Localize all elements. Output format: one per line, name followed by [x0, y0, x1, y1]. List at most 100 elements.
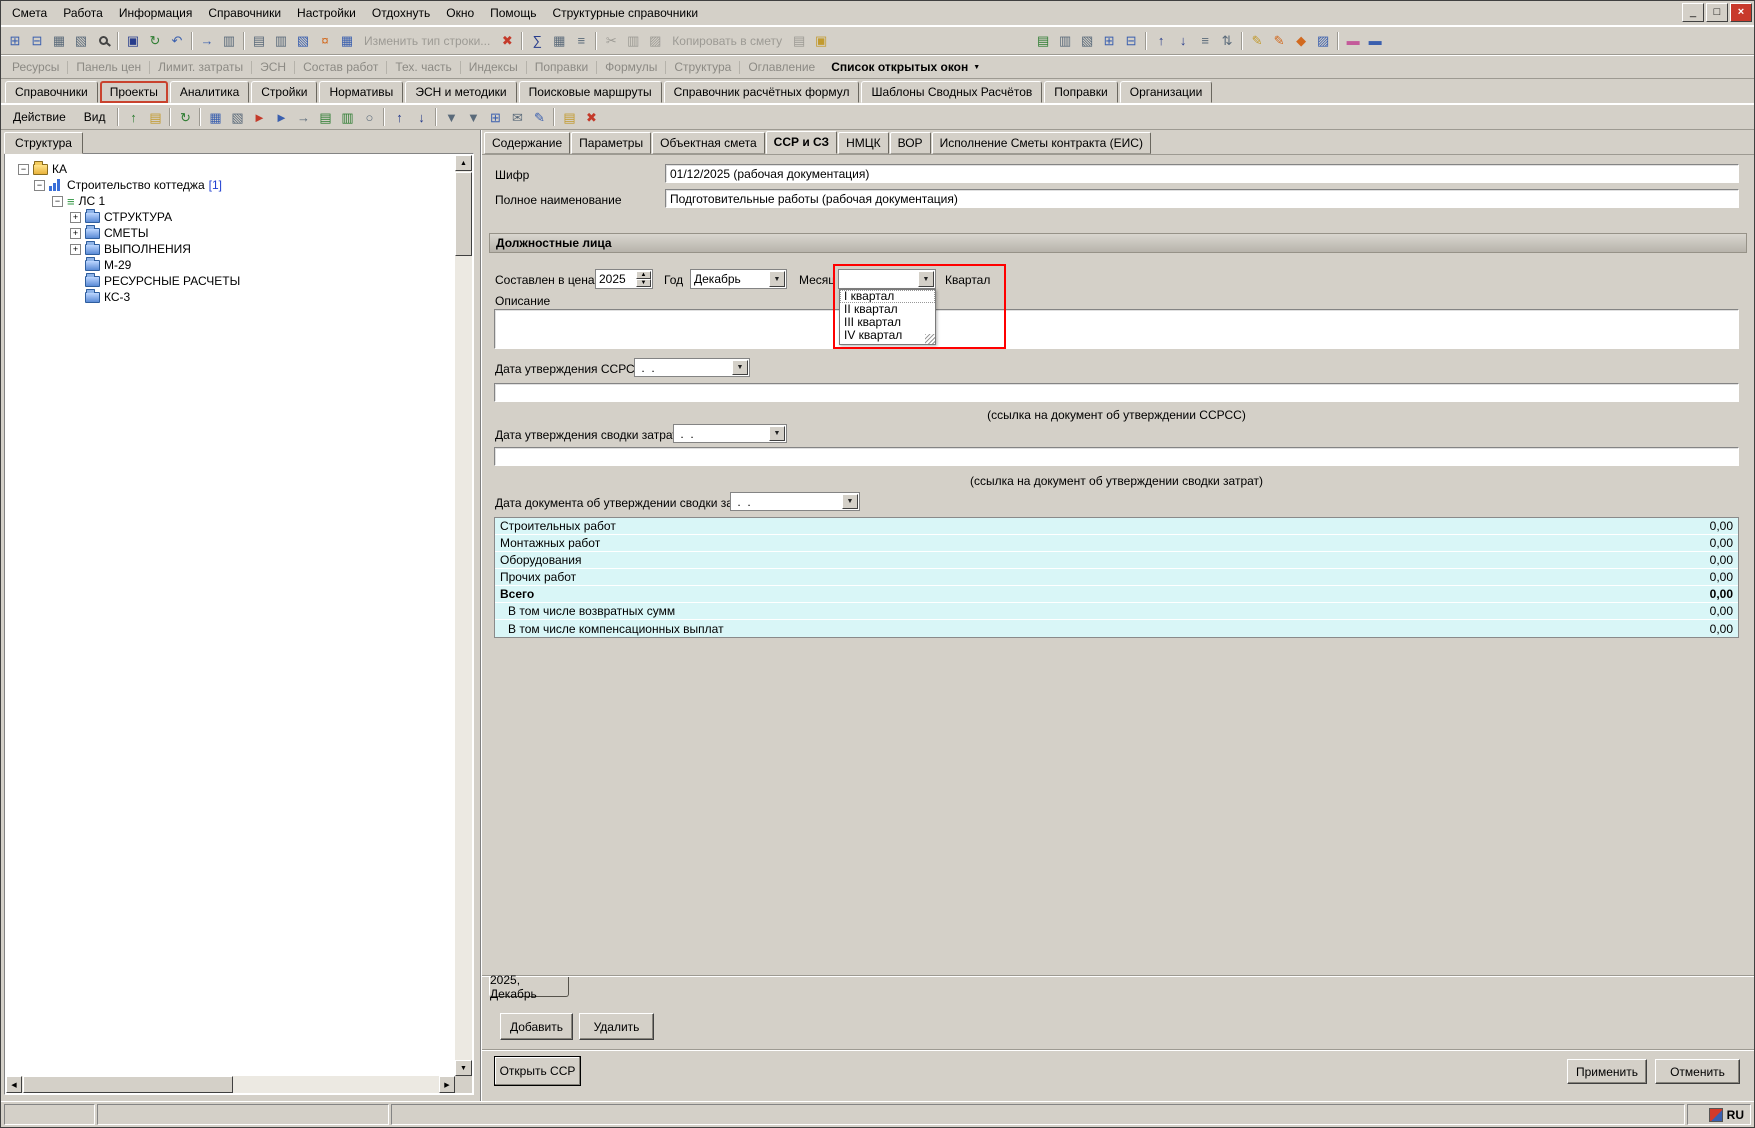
tree-node-ka[interactable]: − КА: [6, 161, 455, 177]
open-folder-icon[interactable]: ▤: [558, 107, 580, 127]
code-field[interactable]: 01/12/2025 (рабочая документация): [665, 164, 1739, 183]
mail-icon[interactable]: ✉: [506, 107, 528, 127]
open-ssr-button[interactable]: Открыть ССР: [494, 1056, 581, 1086]
period-tab[interactable]: 2025, Декабрь: [489, 977, 569, 997]
table-view-icon[interactable]: ▦: [48, 31, 70, 51]
scroll-right-icon[interactable]: ▶: [439, 1076, 455, 1093]
tree-node-label[interactable]: РЕСУРСНЫЕ РАСЧЕТЫ: [104, 274, 240, 288]
tree-node-struktura[interactable]: + СТРУКТУРА: [6, 209, 455, 225]
svodka-link-field[interactable]: [494, 447, 1739, 466]
chevron-down-icon[interactable]: ▼: [769, 426, 785, 441]
scroll-down-icon[interactable]: ▼: [455, 1060, 472, 1076]
close-button[interactable]: ×: [1730, 3, 1752, 22]
highlight-orange-icon[interactable]: ✎: [1268, 31, 1290, 51]
sort-descending-icon[interactable]: ↓: [1172, 31, 1194, 51]
tab-nmck[interactable]: НМЦК: [838, 132, 889, 154]
calculation-icon[interactable]: ▦: [548, 31, 570, 51]
menu-okno[interactable]: Окно: [439, 2, 481, 24]
tree-node-vypolneniya[interactable]: + ВЫПОЛНЕНИЯ: [6, 241, 455, 257]
tree-node-label[interactable]: Строительство коттеджа: [67, 178, 205, 192]
month-combobox[interactable]: Декабрь ▼: [690, 269, 787, 289]
refresh-icon[interactable]: ↻: [144, 31, 166, 51]
export-page-icon[interactable]: →: [292, 107, 314, 127]
vertical-scroll-thumb[interactable]: [455, 172, 472, 256]
keyboard-layout-icon[interactable]: [1709, 1108, 1723, 1122]
spin-up-icon[interactable]: ▲: [636, 271, 651, 279]
tab-ssr-i-sz[interactable]: ССР и СЗ: [766, 131, 837, 154]
ssrcc-date-combobox[interactable]: . . ▼: [634, 358, 750, 377]
go-up-level-icon[interactable]: ↑: [122, 107, 144, 127]
scroll-up-icon[interactable]: ▲: [455, 155, 472, 171]
tree-node-label[interactable]: М-29: [104, 258, 131, 272]
expand-expander-icon[interactable]: +: [70, 212, 81, 223]
menu-informaciya[interactable]: Информация: [112, 2, 199, 24]
tab-esn-i-metodiki[interactable]: ЭСН и методики: [405, 81, 516, 103]
tree-node-label[interactable]: СМЕТЫ: [104, 226, 148, 240]
eraser-icon[interactable]: ◆: [1290, 31, 1312, 51]
chart-alt-icon[interactable]: ▧: [226, 107, 248, 127]
spin-down-icon[interactable]: ▼: [636, 279, 651, 287]
filter-add-icon[interactable]: ▼: [440, 107, 462, 127]
collapse-expander-icon[interactable]: −: [18, 164, 29, 175]
grid-add-icon[interactable]: ⊞: [484, 107, 506, 127]
expand-expander-icon[interactable]: +: [70, 228, 81, 239]
svodka-date-combobox[interactable]: . . ▼: [673, 424, 787, 443]
search-icon[interactable]: [92, 31, 114, 51]
chevron-down-icon[interactable]: ▼: [732, 360, 748, 375]
tab-soderzhanie[interactable]: Содержание: [484, 132, 570, 154]
move-down-icon[interactable]: ↓: [410, 107, 432, 127]
grid-edit-icon[interactable]: ✎: [528, 107, 550, 127]
tab-vor[interactable]: ВОР: [890, 132, 931, 154]
svodka-doc-date-combobox[interactable]: . . ▼: [730, 492, 860, 511]
menu-nastroyki[interactable]: Настройки: [290, 2, 363, 24]
collapse-expander-icon[interactable]: −: [52, 196, 63, 207]
tab-popravki[interactable]: Поправки: [1044, 81, 1117, 103]
list-icon[interactable]: ≡: [1194, 31, 1216, 51]
tab-organizacii[interactable]: Организации: [1120, 81, 1213, 103]
document-in-icon[interactable]: ▧: [1076, 31, 1098, 51]
hierarchy-expand-icon[interactable]: ⊞: [1098, 31, 1120, 51]
dropdown-option-quarter-4[interactable]: IV квартал: [840, 329, 935, 342]
tab-struktura[interactable]: Структура: [4, 132, 83, 154]
tab-ispolnenie-smety-kontrakta-eis[interactable]: Исполнение Сметы контракта (ЕИС): [932, 132, 1151, 154]
open-windows-menu[interactable]: Список открытых окон ▼: [823, 60, 988, 74]
folder-view-icon[interactable]: ▤: [144, 107, 166, 127]
chevron-down-icon[interactable]: ▼: [842, 494, 858, 509]
expand-expander-icon[interactable]: +: [70, 244, 81, 255]
layers-blue-icon[interactable]: ▬: [1364, 31, 1386, 51]
flag-blue-icon[interactable]: ►: [270, 107, 292, 127]
tab-obektnaya-smeta[interactable]: Объектная смета: [652, 132, 765, 154]
menu-strukturnye-spravochniki[interactable]: Структурные справочники: [545, 2, 705, 24]
book-alt-icon[interactable]: ▥: [336, 107, 358, 127]
cut-icon[interactable]: ✂: [600, 31, 622, 51]
tree-node-ls1[interactable]: − ≡ ЛС 1: [6, 193, 455, 209]
ssrcc-link-field[interactable]: [494, 383, 1739, 402]
collapse-structure-icon[interactable]: ⊟: [26, 31, 48, 51]
chevron-down-icon[interactable]: ▼: [769, 271, 785, 287]
copy-row-icon[interactable]: ▥: [270, 31, 292, 51]
tree-node-label[interactable]: КА: [52, 162, 67, 176]
save-icon[interactable]: ▣: [122, 31, 144, 51]
flag-red-icon[interactable]: ►: [248, 107, 270, 127]
row-properties-icon[interactable]: ▧: [292, 31, 314, 51]
minimize-button[interactable]: _: [1682, 3, 1704, 22]
tab-analitika[interactable]: Аналитика: [170, 81, 249, 103]
tab-normativy[interactable]: Нормативы: [319, 81, 403, 103]
horizontal-scroll-thumb[interactable]: [23, 1076, 233, 1093]
report-icon[interactable]: ▤: [1032, 31, 1054, 51]
document-out-icon[interactable]: ▥: [1054, 31, 1076, 51]
language-indicator[interactable]: RU: [1727, 1108, 1744, 1122]
tab-spravochnik-raschetnyh-formul[interactable]: Справочник расчётных формул: [664, 81, 860, 103]
chart-bars-icon[interactable]: ▦: [204, 107, 226, 127]
paste-special-icon[interactable]: ▤: [788, 31, 810, 51]
tree-node-label[interactable]: ВЫПОЛНЕНИЯ: [104, 242, 191, 256]
tree-node-label[interactable]: ЛС 1: [79, 194, 106, 208]
swap-rows-icon[interactable]: ⇅: [1216, 31, 1238, 51]
description-textarea[interactable]: [494, 309, 1739, 349]
collapse-expander-icon[interactable]: −: [34, 180, 45, 191]
maximize-button[interactable]: □: [1706, 3, 1728, 22]
tab-spravochniki[interactable]: Справочники: [5, 81, 98, 103]
tree-node-resursnye-raschety[interactable]: РЕСУРСНЫЕ РАСЧЕТЫ: [6, 273, 455, 289]
sum-icon[interactable]: ∑: [526, 31, 548, 51]
move-up-icon[interactable]: ↑: [388, 107, 410, 127]
